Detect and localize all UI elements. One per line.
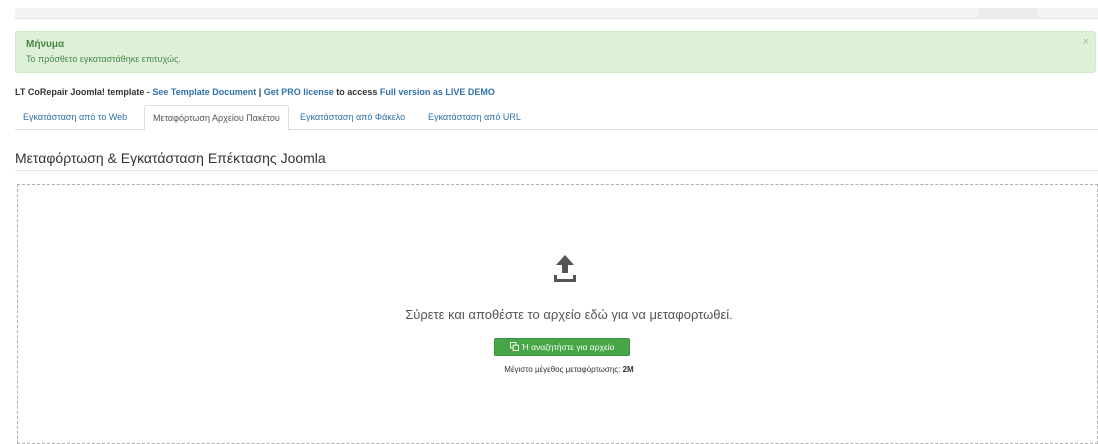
- success-alert: Μήνυμα Το πρόσθετο εγκαταστάθηκε επιτυχώ…: [15, 31, 1096, 73]
- alert-message: Το πρόσθετο εγκαταστάθηκε επιτυχώς.: [26, 54, 181, 64]
- promo-separator: |: [256, 87, 264, 97]
- tab-upload-package[interactable]: Μεταφόρτωση Αρχείου Πακέτου: [144, 105, 289, 131]
- template-document-link[interactable]: See Template Document: [152, 87, 256, 97]
- live-demo-link[interactable]: Full version as LIVE DEMO: [380, 87, 495, 97]
- tab-install-from-url[interactable]: Εγκατάσταση από URL: [420, 105, 529, 130]
- max-upload-size: Μέγιστο μέγεθος μεταφόρτωσης: 2M: [0, 365, 1098, 375]
- tab-install-from-folder[interactable]: Εγκατάσταση από Φάκελο: [292, 105, 413, 130]
- dropzone-instructions: Σύρετε και αποθέστε το αρχείο εδώ για να…: [405, 307, 733, 322]
- template-promo: LT CoRepair Joomla! template - See Templ…: [15, 87, 495, 98]
- max-size-value: 2M: [622, 365, 634, 374]
- title-divider: [15, 170, 1098, 171]
- alert-close-button[interactable]: ×: [1083, 37, 1089, 48]
- upload-icon: [554, 255, 576, 282]
- install-tabs: Εγκατάσταση από το Web Μεταφόρτωση Αρχεί…: [15, 105, 1098, 131]
- alert-heading: Μήνυμα: [26, 39, 65, 50]
- copy-icon: [509, 342, 519, 351]
- page-title: Μεταφόρτωση & Εγκατάσταση Επέκτασης Joom…: [15, 150, 326, 166]
- tab-install-from-web[interactable]: Εγκατάσταση από το Web: [15, 105, 135, 130]
- pro-license-link[interactable]: Get PRO license: [264, 87, 334, 97]
- browse-file-label: Ή αναζητήστε για αρχείο: [521, 342, 615, 352]
- max-size-label: Μέγιστο μέγεθος μεταφόρτωσης:: [504, 365, 621, 374]
- browse-file-button[interactable]: Ή αναζητήστε για αρχείο: [494, 338, 630, 356]
- toolbar-right-section: [978, 8, 1038, 18]
- top-toolbar: [15, 8, 1098, 19]
- promo-prefix: LT CoRepair Joomla! template -: [15, 87, 153, 97]
- promo-middle: to access: [333, 87, 380, 97]
